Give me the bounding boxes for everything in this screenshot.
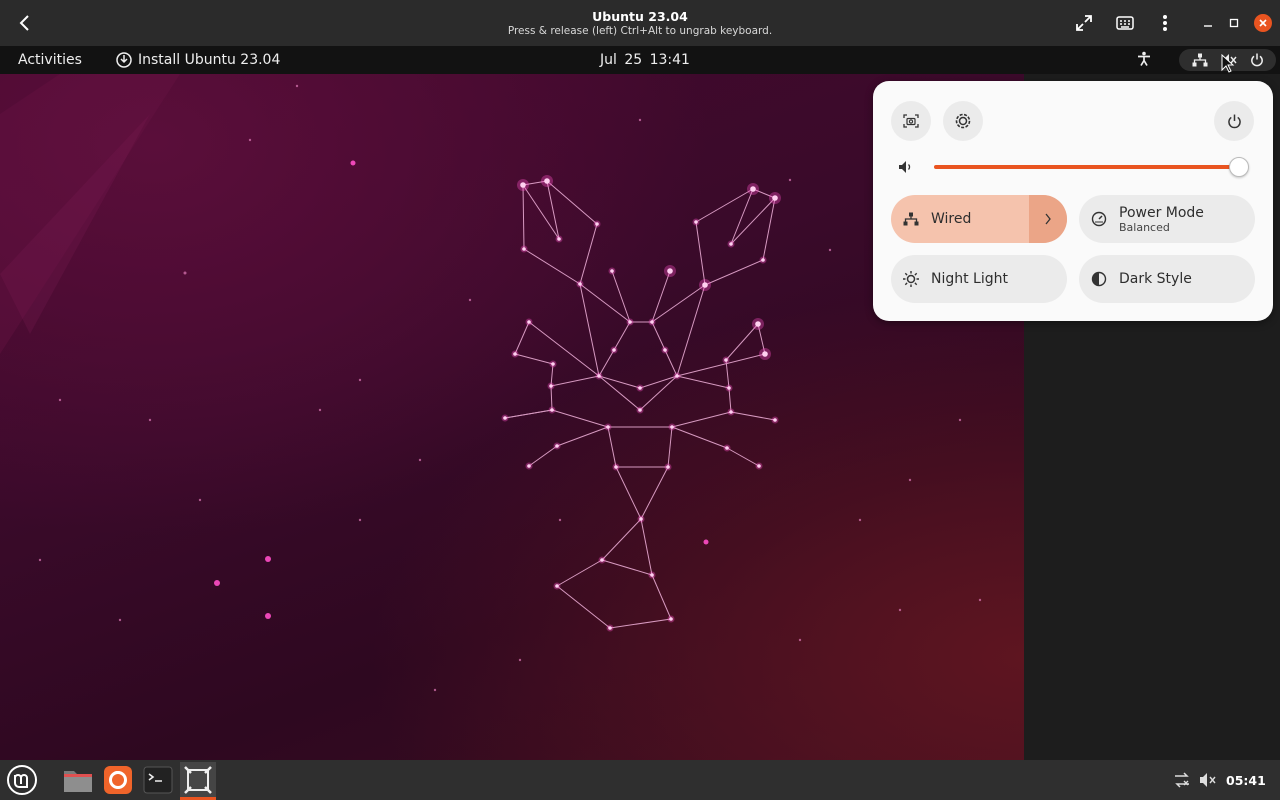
install-label: Install Ubuntu 23.04 xyxy=(138,52,281,68)
close-button[interactable] xyxy=(1254,14,1272,32)
volume-icon xyxy=(899,161,911,173)
settings-button[interactable] xyxy=(943,101,983,141)
firefox-launcher[interactable] xyxy=(100,762,136,798)
gear-icon xyxy=(955,113,971,129)
network-wired-icon xyxy=(903,212,919,226)
terminal-icon xyxy=(143,766,173,794)
dark-style-toggle[interactable]: Dark Style xyxy=(1079,255,1255,303)
desktop-wallpaper xyxy=(0,74,1024,760)
vm-app-icon xyxy=(184,765,212,794)
files-launcher[interactable] xyxy=(60,762,96,798)
keyboard-button[interactable] xyxy=(1114,12,1136,34)
guest-screen: Activities Install Ubuntu 23.04 Jul 25 1… xyxy=(0,46,1280,760)
chevron-right-icon xyxy=(1045,213,1051,225)
network-disconnected-icon[interactable] xyxy=(1173,772,1191,788)
night-light-toggle[interactable]: Night Light xyxy=(891,255,1067,303)
mouse-cursor-icon xyxy=(1221,54,1235,73)
mint-menu-button[interactable] xyxy=(4,762,40,798)
power-icon xyxy=(1227,114,1241,128)
close-icon xyxy=(1259,19,1267,27)
time-label: 13:41 xyxy=(649,52,690,68)
firefox-icon xyxy=(104,766,132,794)
power-icon xyxy=(1250,53,1263,67)
power-mode-icon xyxy=(1091,211,1107,227)
dark-style-icon xyxy=(1091,271,1107,287)
dark-style-label: Dark Style xyxy=(1119,271,1192,287)
power-menu-button[interactable] xyxy=(1214,101,1254,141)
vm-app-button[interactable] xyxy=(180,762,216,800)
accessibility-icon xyxy=(1138,51,1150,66)
vm-titlebar: Ubuntu 23.04 Press & release (left) Ctrl… xyxy=(0,0,1280,46)
network-wired-icon xyxy=(1192,53,1207,67)
night-light-icon xyxy=(903,271,919,287)
fullscreen-button[interactable] xyxy=(1073,12,1095,34)
datetime-button[interactable]: Jul 25 13:41 xyxy=(600,52,690,68)
installer-icon xyxy=(116,52,132,68)
maximize-icon xyxy=(1229,18,1239,28)
power-mode-subtitle: Balanced xyxy=(1119,220,1170,234)
vm-menu-button[interactable] xyxy=(1154,12,1176,34)
screenshot-button[interactable] xyxy=(891,101,931,141)
kebab-menu-icon xyxy=(1163,15,1167,31)
date-label: Jul 25 xyxy=(600,52,643,68)
minimize-icon xyxy=(1204,25,1212,27)
lobster-constellation xyxy=(0,74,982,692)
keyboard-icon xyxy=(1116,16,1134,30)
install-ubuntu-launcher[interactable]: Install Ubuntu 23.04 xyxy=(116,52,280,68)
gnome-topbar: Activities Install Ubuntu 23.04 Jul 25 1… xyxy=(0,46,1280,74)
terminal-launcher[interactable] xyxy=(140,762,176,798)
minimize-button[interactable] xyxy=(1197,12,1219,34)
files-icon xyxy=(64,771,92,792)
volume-slider-handle[interactable] xyxy=(1229,157,1249,177)
maximize-button[interactable] xyxy=(1223,12,1245,34)
volume-muted-icon[interactable] xyxy=(1199,772,1217,788)
host-taskbar: 05:41 xyxy=(0,760,1280,800)
volume-icon-button[interactable] xyxy=(898,159,914,180)
wired-toggle[interactable]: Wired xyxy=(891,195,1067,243)
wired-label: Wired xyxy=(931,211,972,227)
night-light-label: Night Light xyxy=(931,271,1008,287)
power-mode-label: Power Mode xyxy=(1119,204,1204,221)
quick-settings-panel: Wired Power Mode Balanced Night Light Da… xyxy=(873,81,1273,321)
mint-menu-icon xyxy=(7,765,37,795)
accessibility-button[interactable] xyxy=(1136,51,1152,71)
activities-button[interactable]: Activities xyxy=(18,52,82,68)
power-mode-toggle[interactable]: Power Mode Balanced xyxy=(1079,195,1255,243)
fullscreen-icon xyxy=(1076,15,1092,31)
volume-slider-track[interactable] xyxy=(934,165,1240,169)
wired-menu-arrow[interactable] xyxy=(1029,195,1067,243)
taskbar-clock[interactable]: 05:41 xyxy=(1226,773,1266,788)
screenshot-icon xyxy=(903,114,919,128)
